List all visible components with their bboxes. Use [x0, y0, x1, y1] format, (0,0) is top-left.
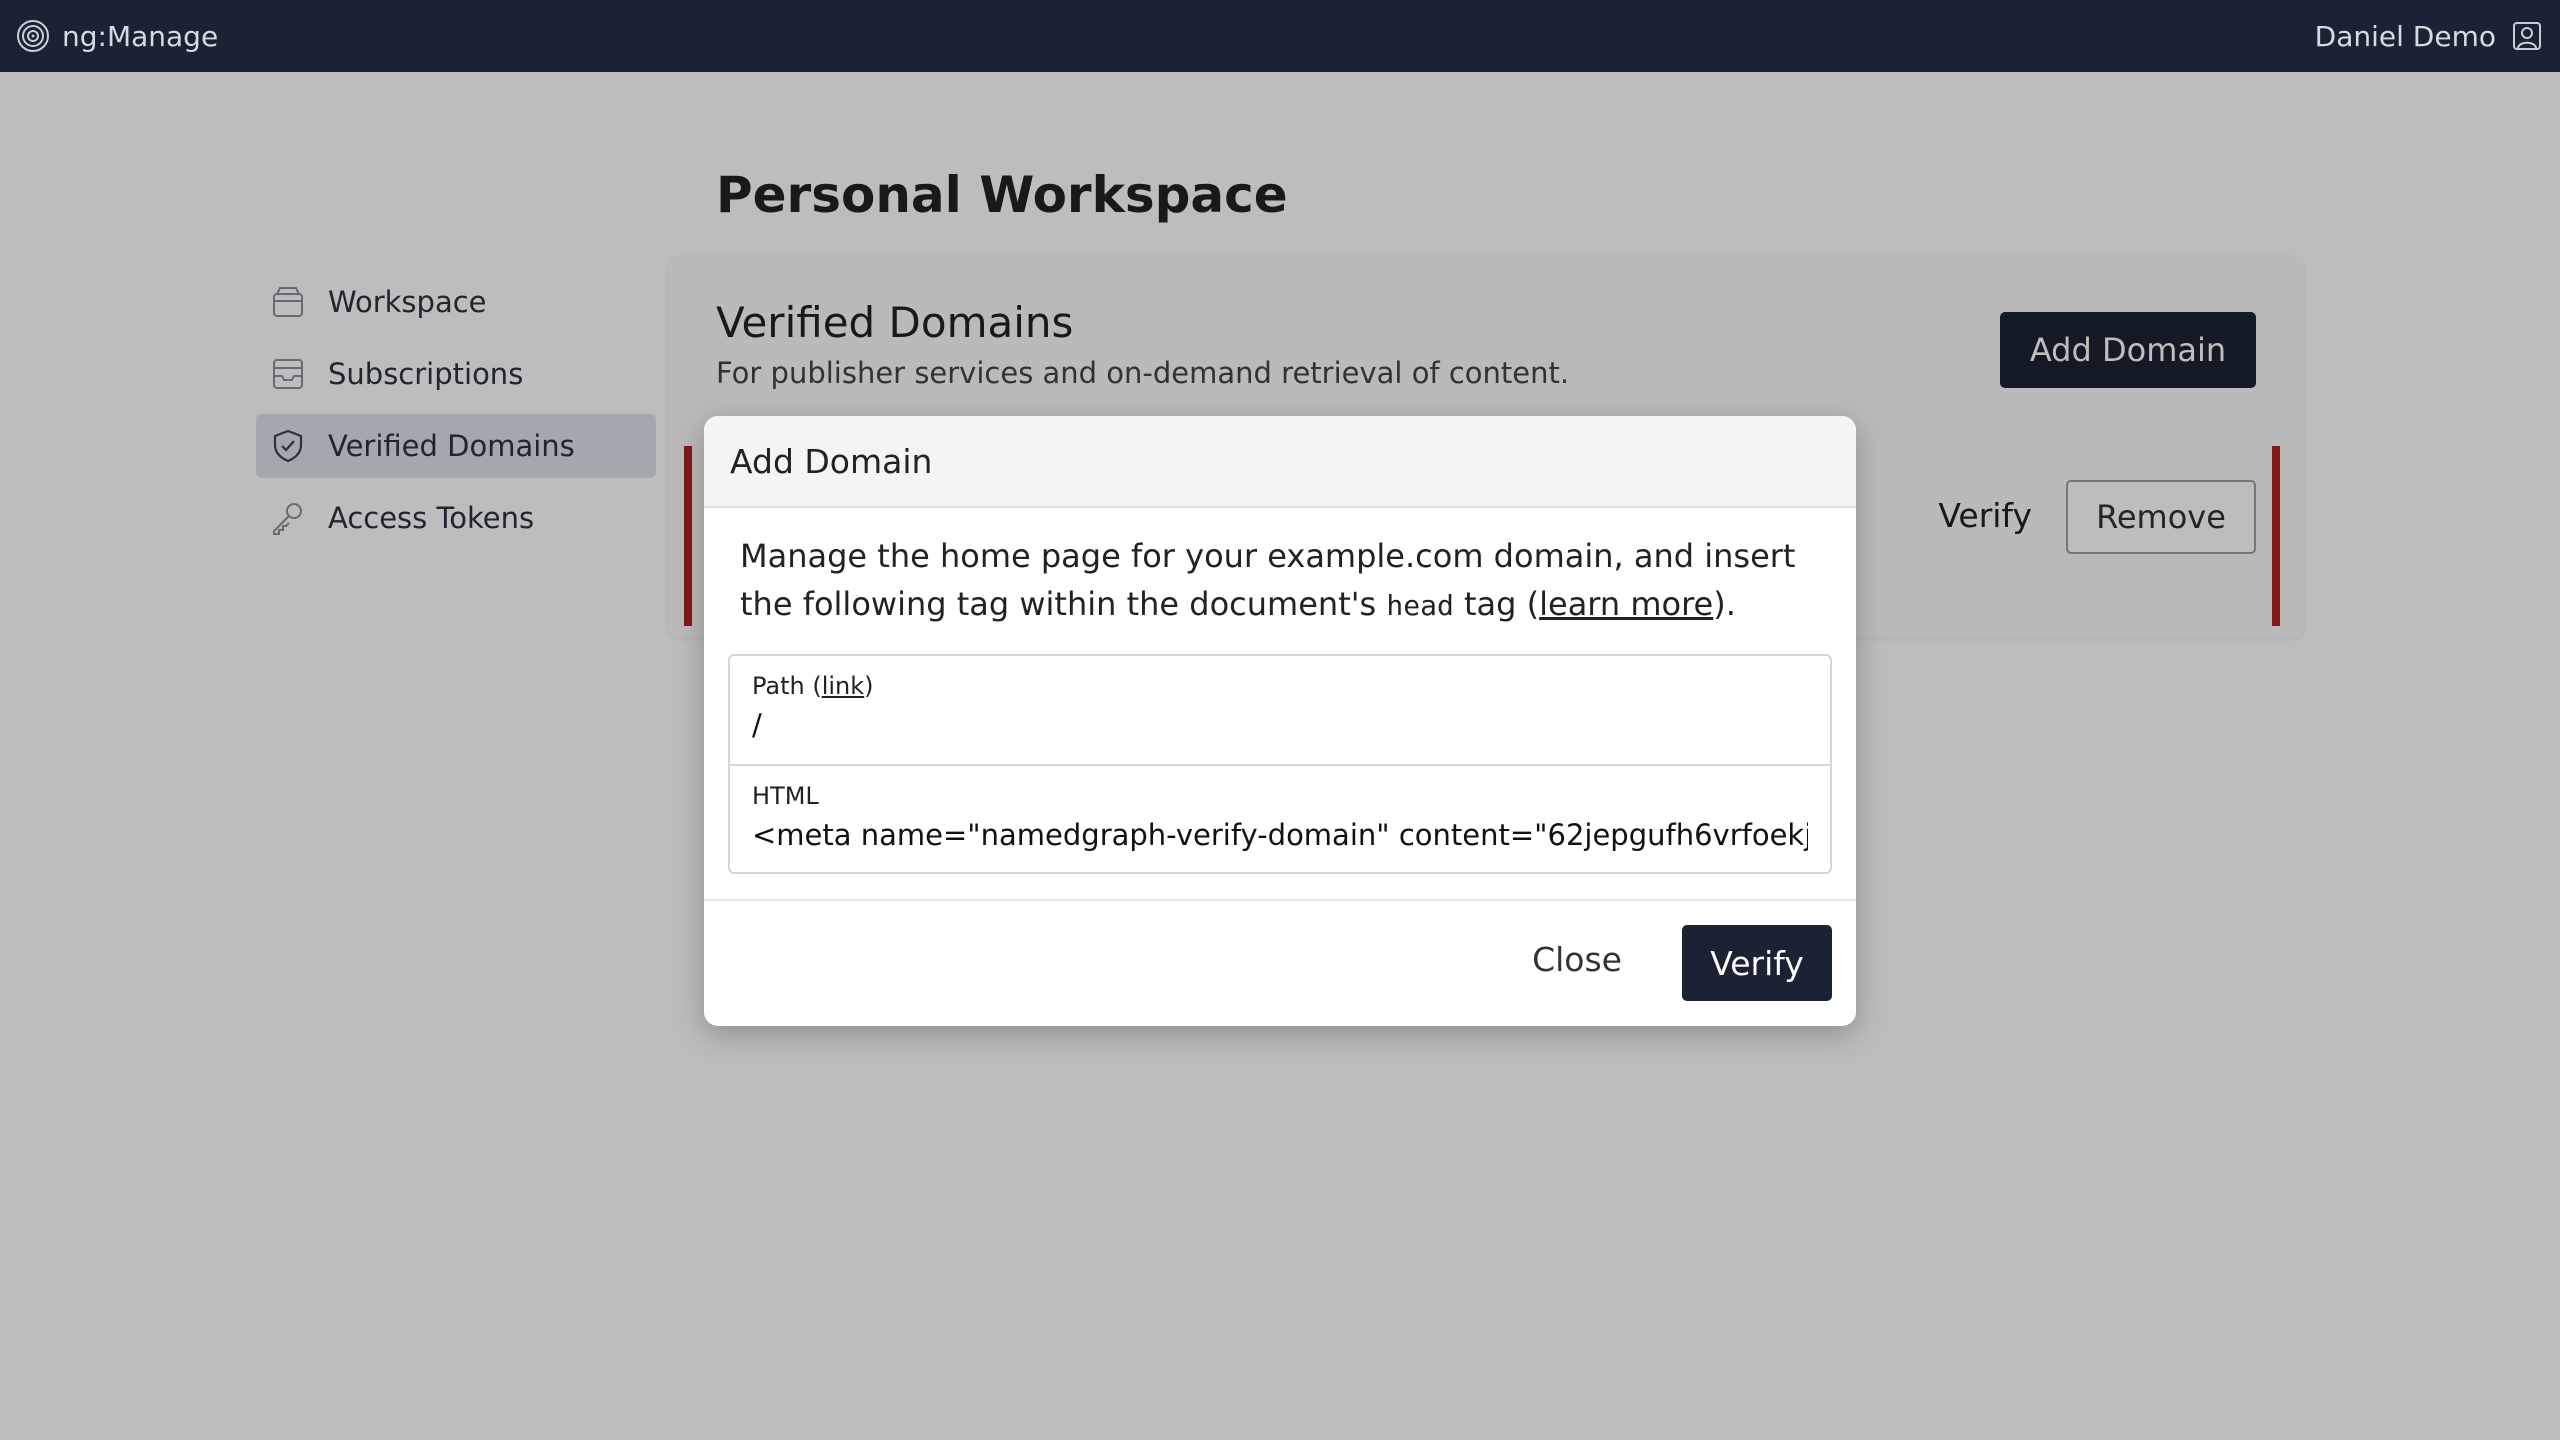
head-code: head	[1386, 589, 1454, 622]
dialog-header: Add Domain	[704, 416, 1856, 508]
path-label-end: )	[864, 672, 874, 700]
dialog-instructions: Manage the home page for your example.co…	[740, 532, 1820, 630]
html-value[interactable]: <meta name="namedgraph-verify-domain" co…	[752, 818, 1808, 852]
add-domain-dialog: Add Domain Manage the home page for your…	[704, 416, 1856, 1026]
path-field: Path (link) /	[730, 656, 1830, 764]
instructions-text-middle: tag (	[1453, 585, 1540, 623]
html-field: HTML <meta name="namedgraph-verify-domai…	[730, 764, 1830, 872]
path-label: Path (link)	[752, 672, 1808, 700]
top-navbar: ng:Manage Daniel Demo	[0, 0, 2560, 72]
app-title: ng:Manage	[62, 19, 219, 53]
path-value[interactable]: /	[752, 708, 1808, 742]
path-link[interactable]: link	[822, 672, 864, 700]
user-menu[interactable]: Daniel Demo	[2315, 18, 2542, 54]
brand[interactable]: ng:Manage	[16, 18, 218, 54]
logo-icon	[17, 20, 49, 52]
user-name: Daniel Demo	[2314, 19, 2496, 53]
user-icon	[2513, 22, 2541, 50]
html-label: HTML	[752, 782, 819, 810]
dialog-body: Manage the home page for your example.co…	[704, 508, 1856, 630]
instructions-text-end: ).	[1713, 585, 1736, 623]
dialog-footer: Close Verify	[704, 899, 1856, 1026]
dialog-title: Add Domain	[730, 441, 933, 481]
close-button[interactable]: Close	[1526, 939, 1628, 980]
tag-fields: Path (link) / HTML <meta name="namedgrap…	[728, 654, 1832, 874]
learn-more-link[interactable]: learn more	[1539, 585, 1713, 623]
path-label-text: Path (	[752, 672, 822, 700]
verify-button[interactable]: Verify	[1682, 925, 1832, 1001]
